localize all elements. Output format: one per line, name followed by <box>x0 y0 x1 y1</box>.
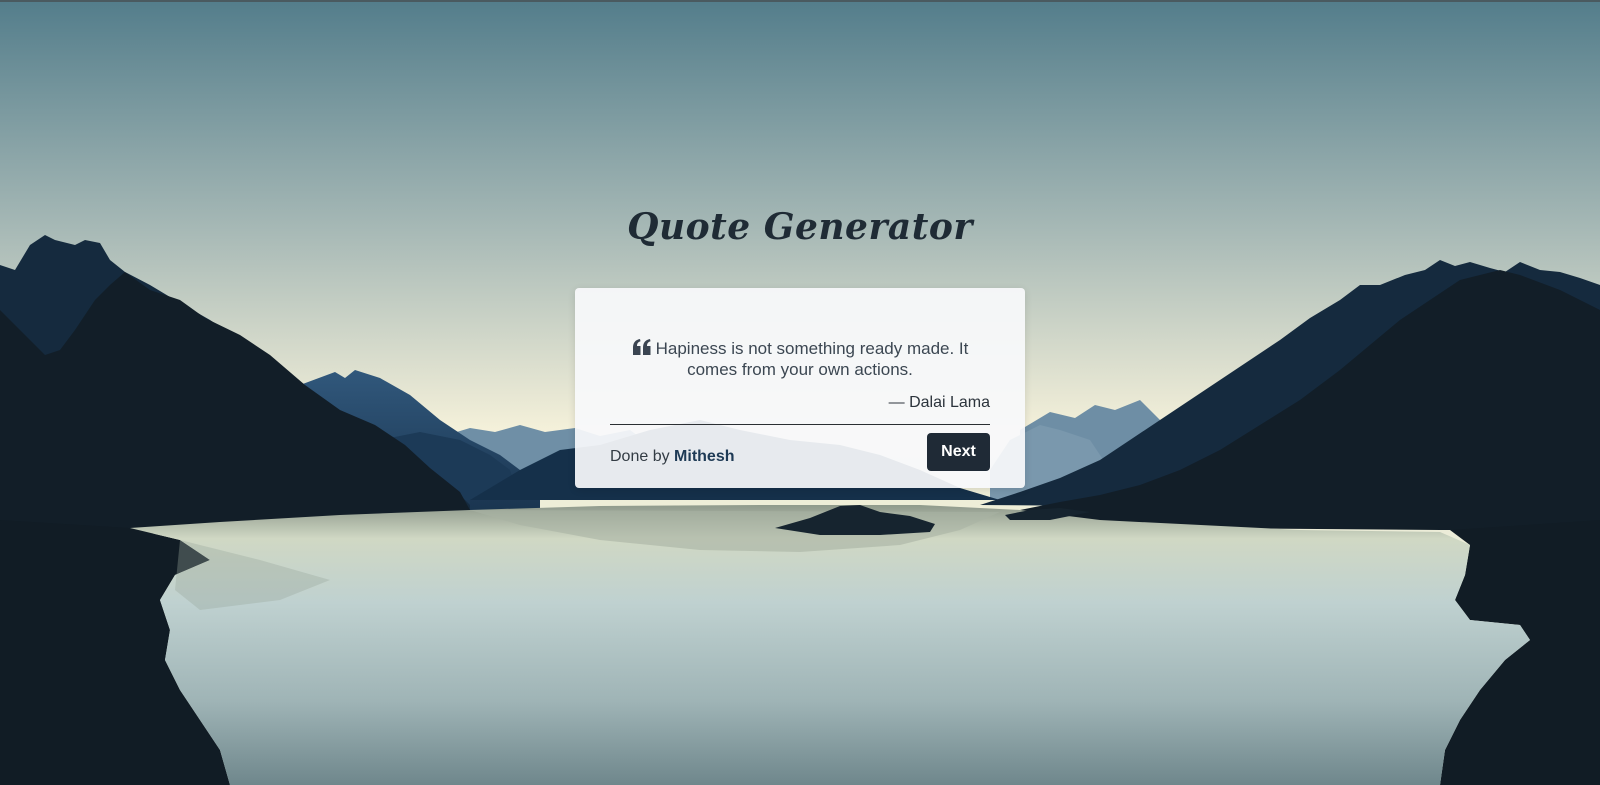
quote-text: Hapiness is not something ready made. It… <box>655 339 969 379</box>
quote-card: Hapiness is not something ready made. It… <box>575 288 1025 488</box>
credit-text: Done by Mithesh <box>610 448 735 466</box>
page-title: Quote Generator <box>627 206 973 248</box>
credit-author-name: Mithesh <box>674 448 735 465</box>
window-top-border <box>0 0 1600 2</box>
quote-author: — Dalai Lama <box>888 394 990 411</box>
next-button[interactable]: Next <box>927 433 990 471</box>
credit-prefix: Done by <box>610 448 670 465</box>
quote-text-row: Hapiness is not something ready made. It… <box>610 338 990 380</box>
divider <box>610 424 990 425</box>
quote-left-icon <box>632 339 651 355</box>
